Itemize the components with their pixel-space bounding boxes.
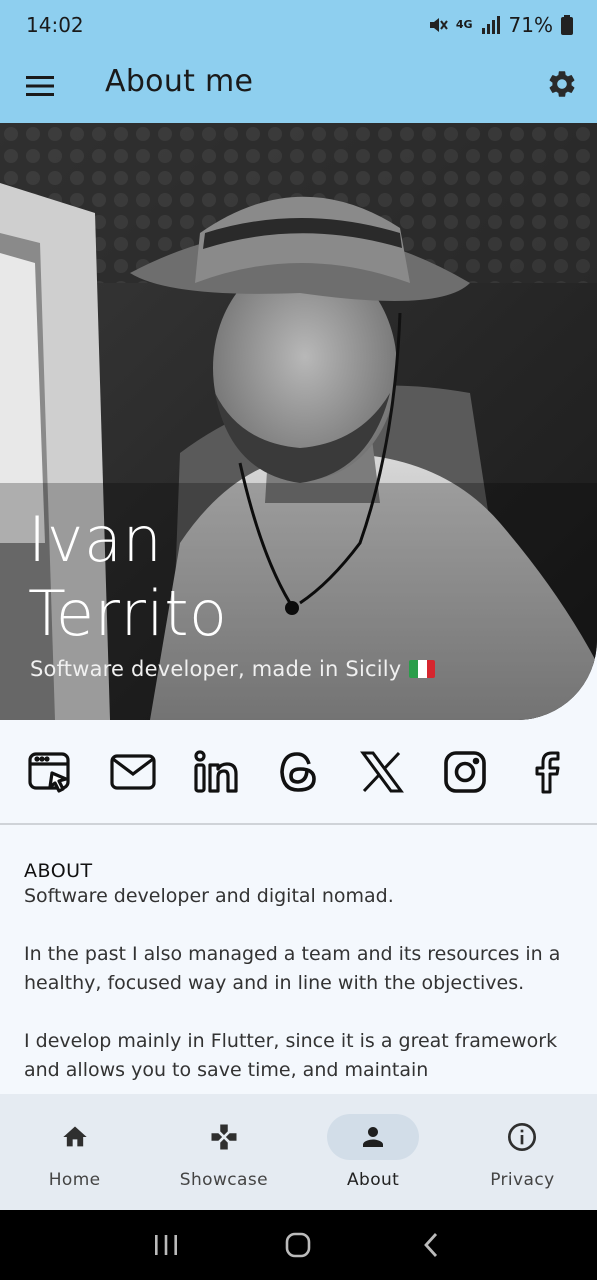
section-divider xyxy=(0,823,597,825)
recents-button[interactable] xyxy=(136,1220,196,1270)
nav-showcase[interactable]: Showcase xyxy=(149,1094,298,1210)
person-icon xyxy=(363,1127,384,1147)
battery-icon xyxy=(561,15,573,35)
profile-hero: Ivan Territo Software developer, made in… xyxy=(0,123,597,720)
page-title: About me xyxy=(105,64,254,99)
mute-icon xyxy=(429,18,448,32)
social-links xyxy=(0,722,597,822)
menu-icon xyxy=(26,76,54,96)
system-nav-bar xyxy=(0,1210,597,1280)
linkedin-link[interactable] xyxy=(190,746,242,798)
status-icons: 4G 71% xyxy=(428,13,573,37)
first-name: Ivan xyxy=(28,503,163,576)
threads-icon xyxy=(279,752,316,792)
gear-icon xyxy=(549,71,575,97)
linkedin-icon xyxy=(193,750,238,793)
threads-link[interactable] xyxy=(273,746,325,798)
nav-label: Privacy xyxy=(490,1170,555,1190)
home-circle-icon xyxy=(286,1232,311,1258)
instagram-link[interactable] xyxy=(439,746,491,798)
about-paragraph: I develop mainly in Flutter, since it is… xyxy=(24,1030,558,1081)
nav-label: Home xyxy=(48,1170,101,1190)
mail-icon xyxy=(109,754,156,790)
profile-subtitle: Software developer, made in Sicily xyxy=(30,657,436,681)
status-bar: 14:02 4G 71% xyxy=(0,0,597,50)
app-bar: About me xyxy=(0,50,597,123)
nav-about[interactable]: About xyxy=(299,1094,448,1210)
bottom-navigation: Home Showcase About Privacy xyxy=(0,1094,597,1210)
about-section: ABOUT Software developer and digital nom… xyxy=(24,860,574,1094)
nav-label: About xyxy=(346,1170,400,1190)
network-4g-icon: 4G xyxy=(455,18,473,31)
last-name: Territo xyxy=(28,577,228,650)
home-icon xyxy=(62,1126,87,1147)
nav-home[interactable]: Home xyxy=(0,1094,149,1210)
back-button[interactable] xyxy=(401,1220,461,1270)
x-icon xyxy=(359,751,404,793)
gamepad-icon xyxy=(211,1124,237,1150)
website-link[interactable] xyxy=(24,746,76,798)
profile-name: Ivan Territo xyxy=(28,503,227,651)
about-paragraph: In the past I also managed a team and it… xyxy=(24,943,561,994)
info-icon xyxy=(508,1123,537,1151)
about-heading: ABOUT xyxy=(24,860,93,882)
back-icon xyxy=(423,1233,437,1257)
battery-level: 71% xyxy=(508,13,553,37)
x-link[interactable] xyxy=(356,746,408,798)
recents-icon xyxy=(155,1235,178,1255)
facebook-link[interactable] xyxy=(522,746,574,798)
facebook-icon xyxy=(535,751,559,794)
instagram-icon xyxy=(443,751,486,793)
status-time: 14:02 xyxy=(26,13,84,37)
nav-label: Showcase xyxy=(179,1170,268,1190)
signal-icon xyxy=(481,16,500,34)
italy-flag-icon xyxy=(409,660,436,678)
subtitle-text: Software developer, made in Sicily xyxy=(30,657,402,681)
about-paragraph: Software developer and digital nomad. xyxy=(24,885,394,907)
nav-privacy[interactable]: Privacy xyxy=(448,1094,597,1210)
email-link[interactable] xyxy=(107,746,159,798)
web-icon xyxy=(27,752,70,793)
settings-button[interactable] xyxy=(542,64,582,104)
home-system-button[interactable] xyxy=(268,1220,328,1270)
menu-button[interactable] xyxy=(20,68,60,104)
